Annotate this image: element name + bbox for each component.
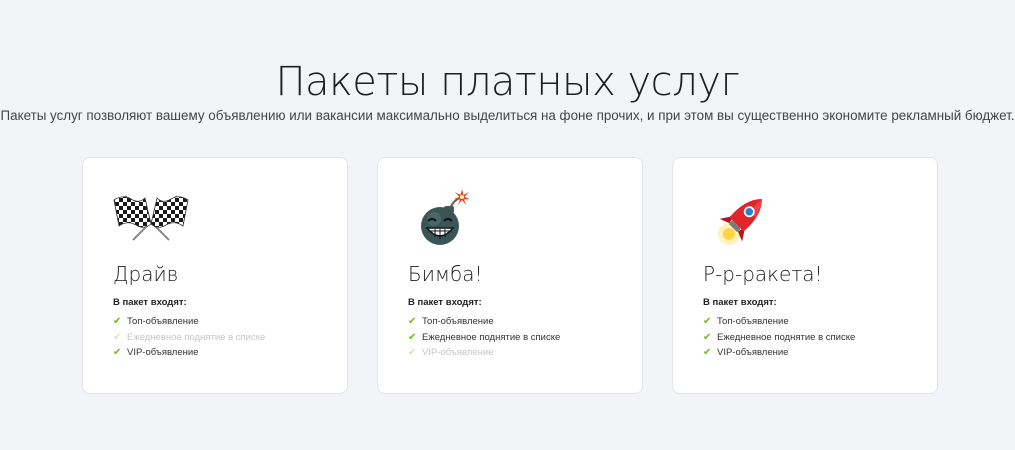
page-title: Пакеты платных услуг: [275, 58, 740, 105]
package-card-drive[interactable]: Драйв В пакет входят: ✔ Топ-объявление ✔…: [82, 157, 348, 394]
package-features: ✔ Топ-объявление ✔ Ежедневное поднятие в…: [408, 314, 560, 361]
feature-label: Топ-объявление: [127, 316, 199, 328]
package-card-rocket[interactable]: Р-р-ракета! В пакет входят: ✔ Топ-объявл…: [672, 157, 938, 394]
feature-item: ✔ Топ-объявление: [703, 314, 855, 330]
package-title: Драйв: [113, 262, 179, 286]
feature-label: VIP-объявление: [717, 347, 789, 359]
feature-item: ✔ Топ-объявление: [408, 314, 560, 330]
package-includes-label: В пакет входят:: [703, 297, 777, 308]
check-icon: ✔: [408, 331, 417, 343]
check-icon: ✔: [703, 347, 712, 359]
package-title: Р-р-ракета!: [703, 262, 823, 286]
feature-label: VIP-объявление: [127, 347, 199, 359]
feature-label: VIP-объявление: [422, 347, 494, 359]
feature-item: ✔ Топ-объявление: [113, 314, 265, 330]
check-icon: ✔: [703, 316, 712, 328]
check-icon: ✔: [408, 316, 417, 328]
package-includes-label: В пакет входят:: [408, 297, 482, 308]
feature-label: Ежедневное поднятие в списке: [127, 331, 266, 343]
rocket-icon: [701, 190, 781, 246]
check-icon: ✔: [113, 347, 122, 359]
feature-label: Ежедневное поднятие в списке: [422, 331, 561, 343]
check-icon: ✔: [113, 331, 122, 343]
feature-item: ✔ Ежедневное поднятие в списке: [703, 330, 855, 346]
feature-label: Топ-объявление: [422, 316, 494, 328]
feature-label: Топ-объявление: [717, 316, 789, 328]
packages-list: Драйв В пакет входят: ✔ Топ-объявление ✔…: [82, 157, 938, 394]
package-features: ✔ Топ-объявление ✔ Ежедневное поднятие в…: [703, 314, 855, 361]
feature-item: ✔ VIP-объявление: [703, 345, 855, 361]
package-includes-label: В пакет входят:: [113, 297, 187, 308]
package-features: ✔ Топ-объявление ✔ Ежедневное поднятие в…: [113, 314, 265, 361]
feature-label: Ежедневное поднятие в списке: [717, 331, 856, 343]
check-icon: ✔: [113, 316, 122, 328]
feature-item: ✔ Ежедневное поднятие в списке: [408, 330, 560, 346]
package-card-bimba[interactable]: Бимба! В пакет входят: ✔ Топ-объявление …: [377, 157, 643, 394]
feature-item: ✔ VIP-объявление: [408, 345, 560, 361]
package-title: Бимба!: [408, 262, 483, 286]
feature-item: ✔ Ежедневное поднятие в списке: [113, 330, 265, 346]
page-subtitle: Пакеты услуг позволяют вашему объявлению…: [0, 108, 1015, 123]
check-icon: ✔: [703, 331, 712, 343]
check-icon: ✔: [408, 347, 417, 359]
feature-item: ✔ VIP-объявление: [113, 345, 265, 361]
bomb-icon: [406, 189, 486, 246]
checkered-flags-icon: [111, 190, 191, 246]
